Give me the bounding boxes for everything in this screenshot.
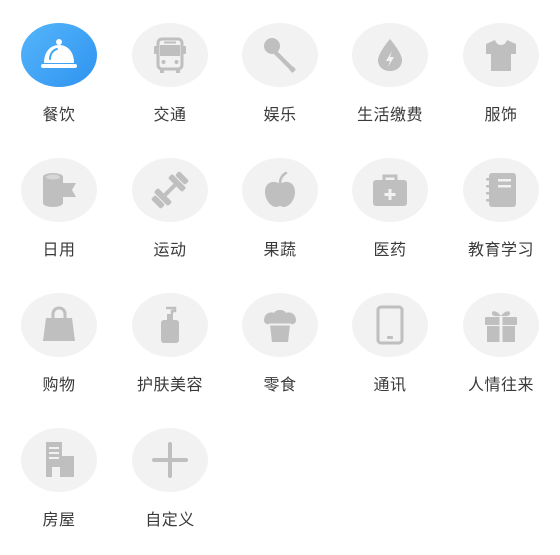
- category-circle: [352, 23, 428, 87]
- category-circle: [242, 293, 318, 357]
- category-label: 护肤美容: [136, 375, 203, 394]
- category-label: 购物: [42, 375, 76, 394]
- category-education[interactable]: 教育学习: [446, 135, 556, 260]
- category-label: 服饰: [484, 105, 518, 124]
- category-circle: [242, 23, 318, 87]
- category-circle: [132, 428, 208, 492]
- category-circle: [242, 158, 318, 222]
- category-dining[interactable]: 餐饮: [4, 0, 114, 125]
- category-telecom[interactable]: 通讯: [335, 270, 445, 395]
- category-circle: [352, 158, 428, 222]
- category-grid: 餐饮 交通 娱乐 生活缴费 服饰 日用 运动 果蔬 医药 教育学习 购物 护肤美…: [0, 0, 560, 555]
- category-circle: [132, 293, 208, 357]
- category-snacks[interactable]: 零食: [225, 270, 335, 395]
- category-sports[interactable]: 运动: [115, 135, 225, 260]
- water-drop-bolt-icon: [367, 32, 413, 78]
- category-circle: [21, 293, 97, 357]
- category-label: 餐饮: [42, 105, 76, 124]
- notebook-icon: [478, 167, 524, 213]
- category-circle: [463, 158, 539, 222]
- apple-icon: [257, 167, 303, 213]
- category-shopping[interactable]: 购物: [4, 270, 114, 395]
- category-circle: [21, 158, 97, 222]
- paper-roll-icon: [36, 167, 82, 213]
- category-fruits-vegetables[interactable]: 果蔬: [225, 135, 335, 260]
- category-gifts-social[interactable]: 人情往来: [446, 270, 556, 395]
- category-label: 通讯: [373, 375, 407, 394]
- pump-bottle-icon: [147, 302, 193, 348]
- category-transport[interactable]: 交通: [115, 0, 225, 125]
- category-custom[interactable]: 自定义: [115, 405, 225, 530]
- dining-cloche-icon: [36, 32, 82, 78]
- category-entertainment[interactable]: 娱乐: [225, 0, 335, 125]
- category-circle: [463, 293, 539, 357]
- category-label: 生活缴费: [356, 105, 423, 124]
- bus-icon: [147, 32, 193, 78]
- gift-icon: [478, 302, 524, 348]
- category-label: 交通: [153, 105, 187, 124]
- category-label: 医药: [373, 240, 407, 259]
- category-circle: [132, 23, 208, 87]
- category-utilities[interactable]: 生活缴费: [335, 0, 445, 125]
- category-circle: [21, 23, 97, 87]
- category-label: 零食: [263, 375, 297, 394]
- category-housing[interactable]: 房屋: [4, 405, 114, 530]
- microphone-icon: [257, 32, 303, 78]
- category-circle: [21, 428, 97, 492]
- tablet-icon: [367, 302, 413, 348]
- category-circle: [132, 158, 208, 222]
- category-medicine[interactable]: 医药: [335, 135, 445, 260]
- category-label: 娱乐: [263, 105, 297, 124]
- medical-kit-icon: [367, 167, 413, 213]
- category-skincare[interactable]: 护肤美容: [115, 270, 225, 395]
- category-label: 教育学习: [467, 240, 534, 259]
- category-label: 运动: [153, 240, 187, 259]
- category-daily-use[interactable]: 日用: [4, 135, 114, 260]
- building-icon: [36, 437, 82, 483]
- plus-icon: [147, 437, 193, 483]
- category-label: 人情往来: [467, 375, 534, 394]
- cupcake-icon: [257, 302, 303, 348]
- category-label: 果蔬: [263, 240, 297, 259]
- dumbbell-icon: [147, 167, 193, 213]
- category-label: 自定义: [145, 510, 195, 529]
- category-clothing[interactable]: 服饰: [446, 0, 556, 125]
- tshirt-icon: [478, 32, 524, 78]
- shopping-bag-icon: [36, 302, 82, 348]
- category-label: 房屋: [42, 510, 76, 529]
- category-circle: [463, 23, 539, 87]
- category-label: 日用: [42, 240, 76, 259]
- category-circle: [352, 293, 428, 357]
